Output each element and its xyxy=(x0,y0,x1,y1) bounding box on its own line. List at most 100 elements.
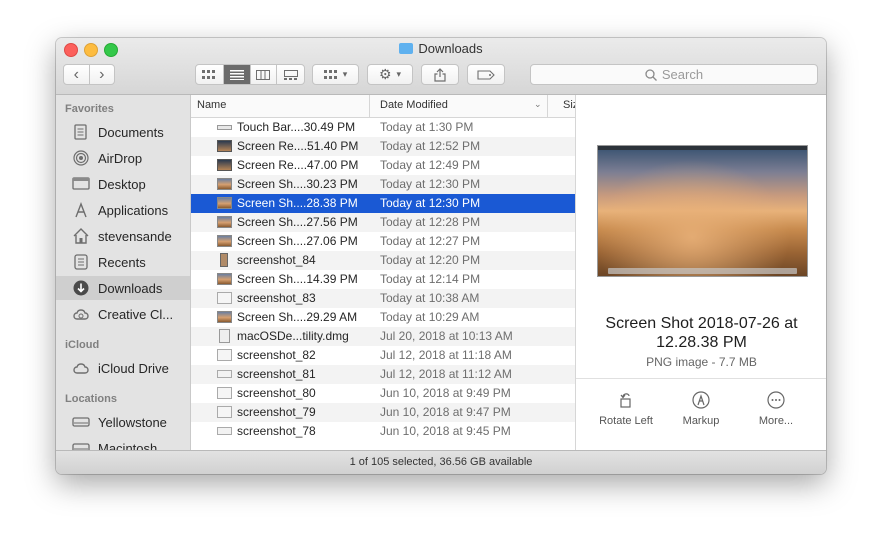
file-row[interactable]: screenshot_83 Today at 10:38 AM xyxy=(191,289,575,308)
chevron-down-icon: ▾ xyxy=(342,69,348,79)
sort-chevron-icon: ⌄ xyxy=(534,99,542,109)
group-by-button[interactable]: ▾ xyxy=(312,64,359,85)
column-view-button[interactable] xyxy=(251,65,278,84)
file-thumbnail-icon xyxy=(217,159,232,171)
file-thumbnail-icon xyxy=(217,273,232,285)
size-column-header[interactable]: Siz xyxy=(563,99,575,111)
file-date-modified: Today at 1:30 PM xyxy=(380,120,474,134)
file-row[interactable]: Screen Sh....27.06 PM Today at 12:27 PM xyxy=(191,232,575,251)
file-row[interactable]: screenshot_78 Jun 10, 2018 at 9:45 PM xyxy=(191,422,575,441)
sidebar-item-macintosh[interactable]: Macintosh... xyxy=(56,436,190,450)
more-button[interactable]: More... xyxy=(740,391,812,427)
action-label: More... xyxy=(758,415,794,427)
list-view-button[interactable] xyxy=(223,65,251,84)
sidebar-item-home[interactable]: stevensande xyxy=(56,224,190,248)
sidebar-item-label: iCloud Drive xyxy=(98,360,169,376)
file-name: Screen Sh....28.38 PM xyxy=(237,196,358,210)
file-name: Screen Sh....14.39 PM xyxy=(237,272,358,286)
file-row[interactable]: screenshot_79 Jun 10, 2018 at 9:47 PM xyxy=(191,403,575,422)
file-list: Name Date Modified ⌄ Siz Touch Bar....30… xyxy=(191,95,575,450)
file-date-modified: Today at 10:38 AM xyxy=(380,291,480,305)
gallery-view-icon xyxy=(283,69,298,80)
file-row[interactable]: Screen Re....47.00 PM Today at 12:49 PM xyxy=(191,156,575,175)
rotate-left-button[interactable]: Rotate Left xyxy=(590,391,662,427)
file-row[interactable]: Touch Bar....30.49 PM Today at 1:30 PM xyxy=(191,118,575,137)
disk-icon xyxy=(72,414,90,430)
file-row[interactable]: Screen Sh....28.38 PM Today at 12:30 PM xyxy=(191,194,575,213)
file-name: screenshot_80 xyxy=(237,386,316,400)
sidebar-item-label: Yellowstone xyxy=(98,414,167,430)
file-row[interactable]: screenshot_80 Jun 10, 2018 at 9:49 PM xyxy=(191,384,575,403)
titlebar: Downloads ‹ › ▾ ⚙ ▾ Search xyxy=(56,38,826,95)
file-row[interactable]: screenshot_82 Jul 12, 2018 at 11:18 AM xyxy=(191,346,575,365)
chevron-down-icon: ▾ xyxy=(396,69,402,79)
file-date-modified: Today at 12:14 PM xyxy=(380,272,481,286)
forward-button[interactable]: › xyxy=(90,65,115,84)
sidebar-item-downloads[interactable]: Downloads xyxy=(56,276,190,300)
file-date-modified: Today at 12:27 PM xyxy=(380,234,481,248)
sidebar-item-label: Applications xyxy=(98,202,169,218)
date-column-header[interactable]: Date Modified xyxy=(380,99,448,111)
sidebar-item-applications[interactable]: Applications xyxy=(56,198,190,222)
file-date-modified: Jun 10, 2018 at 9:47 PM xyxy=(380,405,511,419)
sidebar-item-documents[interactable]: Documents xyxy=(56,120,190,144)
sidebar-item-airdrop[interactable]: AirDrop xyxy=(56,146,190,170)
file-date-modified: Jul 12, 2018 at 11:18 AM xyxy=(380,348,512,362)
cloud-icon xyxy=(72,360,90,376)
file-name: screenshot_84 xyxy=(237,253,316,267)
markup-button[interactable]: Markup xyxy=(665,391,737,427)
sidebar-item-label: Documents xyxy=(98,124,164,140)
preview-title: Screen Shot 2018-07-26 at 12.28.38 PM xyxy=(605,315,798,351)
file-name: screenshot_83 xyxy=(237,291,316,305)
column-header: Name Date Modified ⌄ Siz xyxy=(191,95,575,118)
file-row[interactable]: Screen Sh....30.23 PM Today at 12:30 PM xyxy=(191,175,575,194)
gear-icon: ⚙ xyxy=(378,66,392,82)
file-row[interactable]: Screen Re....51.40 PM Today at 12:52 PM xyxy=(191,137,575,156)
desktop-icon xyxy=(72,176,90,192)
icloud-heading: iCloud xyxy=(65,339,100,351)
preview-dock xyxy=(608,268,797,274)
file-thumbnail-icon xyxy=(217,235,232,247)
file-row[interactable]: screenshot_84 Today at 12:20 PM xyxy=(191,251,575,270)
creative-cloud-icon xyxy=(72,306,90,322)
documents-icon xyxy=(72,124,90,140)
file-row[interactable]: Screen Sh....27.56 PM Today at 12:28 PM xyxy=(191,213,575,232)
file-thumbnail-icon xyxy=(217,292,232,304)
window-title: Downloads xyxy=(56,41,826,56)
sidebar-item-icloud-drive[interactable]: iCloud Drive xyxy=(56,356,190,380)
column-divider[interactable] xyxy=(547,95,548,117)
sidebar-item-desktop[interactable]: Desktop xyxy=(56,172,190,196)
file-row[interactable]: Screen Sh....29.29 AM Today at 10:29 AM xyxy=(191,308,575,327)
divider xyxy=(576,378,826,379)
share-button[interactable] xyxy=(421,64,459,85)
file-name: Touch Bar....30.49 PM xyxy=(237,120,356,134)
file-thumbnail-icon xyxy=(217,406,232,418)
more-icon xyxy=(767,391,785,409)
column-divider[interactable] xyxy=(369,95,370,117)
file-name: screenshot_78 xyxy=(237,424,316,438)
preview-image xyxy=(597,145,808,277)
back-button[interactable]: ‹ xyxy=(64,65,90,84)
sidebar-item-recents[interactable]: Recents xyxy=(56,250,190,274)
icon-view-button[interactable] xyxy=(196,65,224,84)
tags-button[interactable] xyxy=(467,64,505,85)
name-column-header[interactable]: Name xyxy=(197,99,226,111)
search-field[interactable]: Search xyxy=(530,64,818,85)
nav-buttons: ‹ › xyxy=(63,64,115,85)
file-row[interactable]: macOSDe...tility.dmg Jul 20, 2018 at 10:1… xyxy=(191,327,575,346)
file-row[interactable]: Screen Sh....14.39 PM Today at 12:14 PM xyxy=(191,270,575,289)
file-thumbnail-icon xyxy=(217,349,232,361)
action-menu-button[interactable]: ⚙ ▾ xyxy=(367,64,413,85)
file-name: screenshot_81 xyxy=(237,367,316,381)
file-thumbnail-icon xyxy=(217,311,232,323)
file-thumbnail-icon xyxy=(217,370,232,378)
sidebar-item-yellowstone[interactable]: Yellowstone xyxy=(56,410,190,434)
file-name: screenshot_82 xyxy=(237,348,316,362)
recents-icon xyxy=(72,254,90,270)
sidebar-item-creative-cloud[interactable]: Creative Cl... xyxy=(56,302,190,326)
finder-window: Downloads ‹ › ▾ ⚙ ▾ Search Favorites Doc… xyxy=(56,38,826,474)
file-row[interactable]: screenshot_81 Jul 12, 2018 at 11:12 AM xyxy=(191,365,575,384)
search-placeholder: Search xyxy=(661,67,704,82)
gallery-view-button[interactable] xyxy=(277,65,304,84)
search-icon xyxy=(645,68,657,81)
